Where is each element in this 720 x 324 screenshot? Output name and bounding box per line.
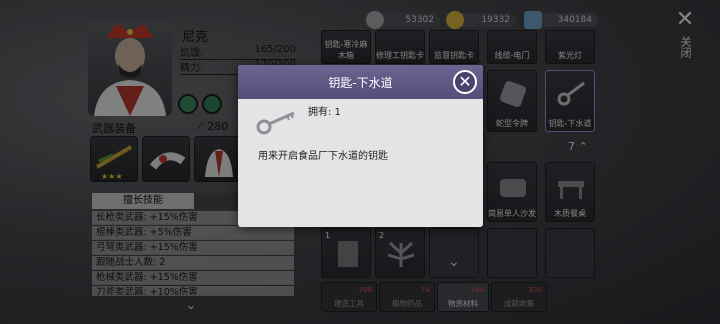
close-icon[interactable]: ✕ (453, 70, 477, 94)
item-detail-dialog: 钥匙-下水道 ✕ 拥有: 1 用来开启食品厂下水道的钥匙 (238, 65, 483, 227)
key-icon (256, 111, 295, 135)
dialog-header: 钥匙-下水道 ✕ (238, 65, 483, 99)
owned-count: 拥有: 1 (308, 107, 341, 118)
dialog-title: 钥匙-下水道 (328, 75, 393, 90)
item-description: 用来开启食品厂下水道的钥匙 (258, 151, 388, 162)
